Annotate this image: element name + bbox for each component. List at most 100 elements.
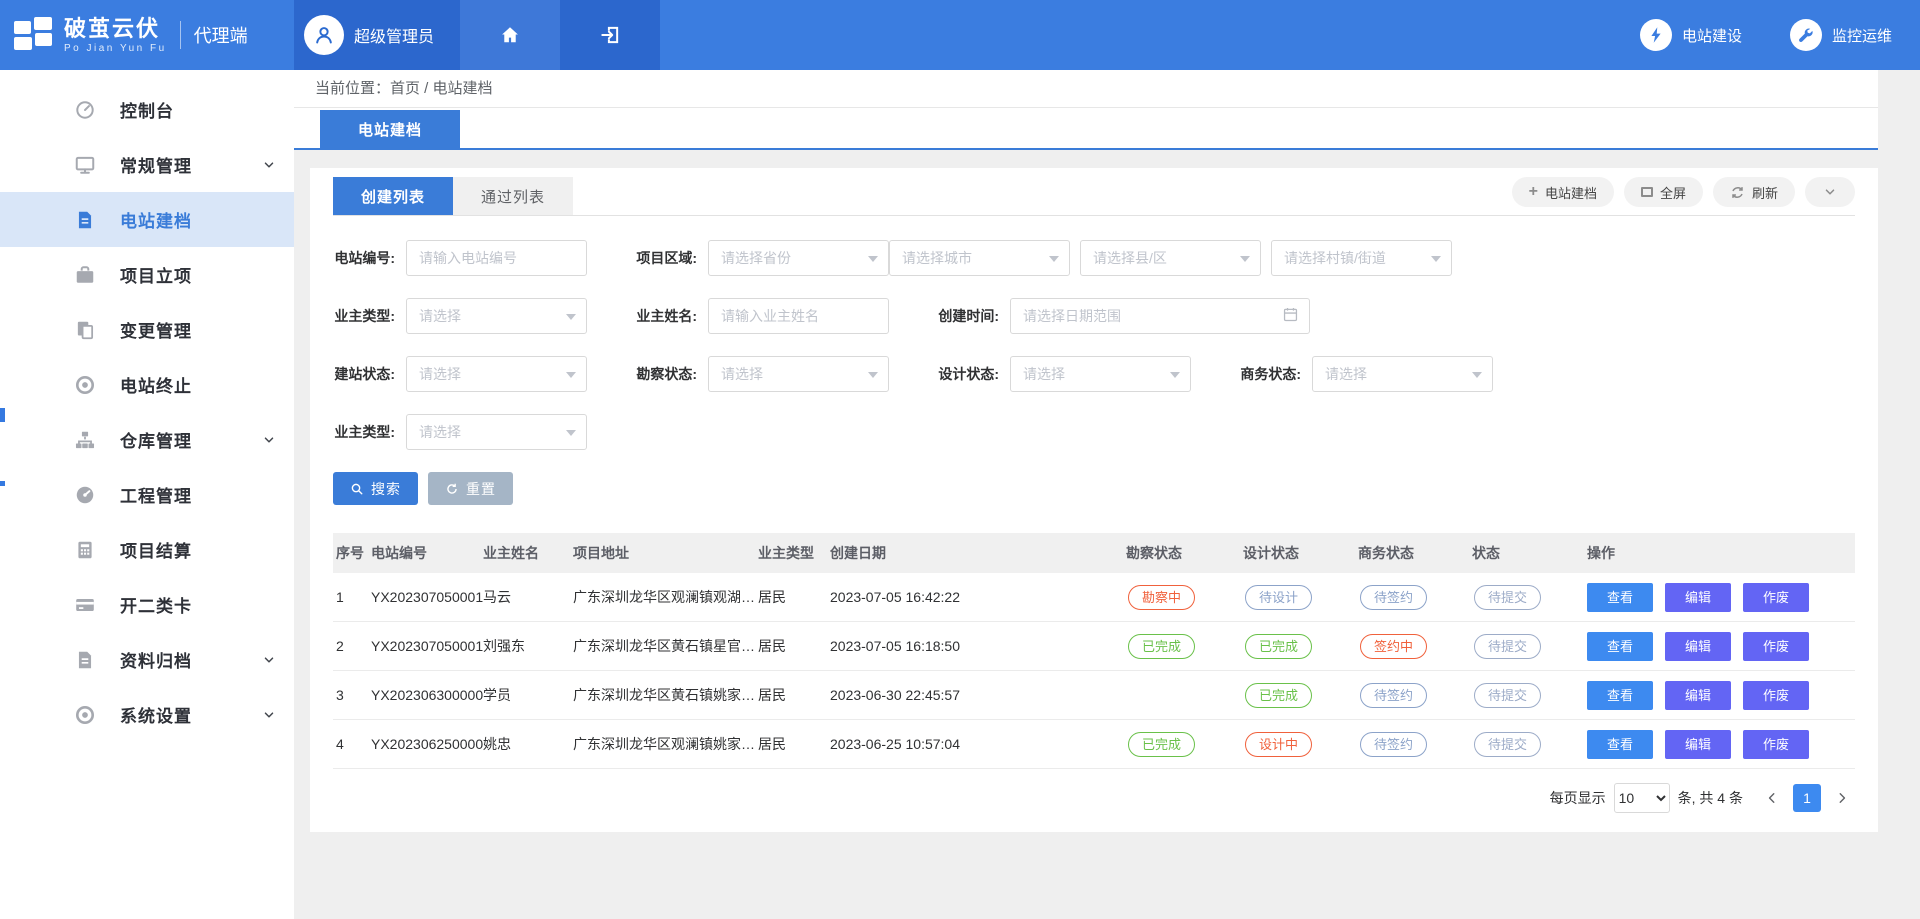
caret-down-icon	[1431, 256, 1441, 267]
city-select[interactable]: 请选择城市	[889, 240, 1070, 276]
edit-button[interactable]: 编辑	[1665, 730, 1731, 759]
current-page-button[interactable]: 1	[1793, 784, 1821, 812]
void-button[interactable]: 作废	[1743, 730, 1809, 759]
table-row: 1 YX2023070500011 马云 广东深圳龙华区观澜镇观湖路... 居民…	[333, 573, 1855, 622]
status-badge: 待提交	[1474, 585, 1541, 610]
filter-row: 业主类型: 请选择	[333, 414, 1855, 450]
view-button[interactable]: 查看	[1587, 681, 1653, 710]
cell-index: 2	[336, 638, 371, 654]
view-button[interactable]: 查看	[1587, 632, 1653, 661]
sidebar-item-station-termination[interactable]: 电站终止	[0, 357, 294, 412]
view-button[interactable]: 查看	[1587, 583, 1653, 612]
lightning-icon	[1646, 25, 1666, 45]
page-tab-station-archive[interactable]: 电站建档	[320, 110, 460, 148]
county-select[interactable]: 请选择县/区	[1080, 240, 1261, 276]
copy-icon	[74, 318, 98, 342]
card-icon	[74, 593, 98, 617]
business-status-badge: 待签约	[1360, 683, 1427, 708]
nav-monitor-ops[interactable]: 监控运维	[1790, 19, 1892, 51]
design-status-badge: 已完成	[1245, 634, 1312, 659]
province-select[interactable]: 请选择省份	[708, 240, 889, 276]
sidebar-item-console[interactable]: 控制台	[0, 82, 294, 137]
cell-owner: 马云	[483, 587, 573, 607]
owner-type2-select[interactable]: 请选择	[406, 414, 587, 450]
sidebar-item-data-archive[interactable]: 资料归档	[0, 632, 294, 687]
search-icon	[350, 482, 364, 496]
breadcrumb: 当前位置：首页 / 电站建档	[294, 70, 1878, 108]
void-button[interactable]: 作废	[1743, 681, 1809, 710]
build-status-select[interactable]: 请选择	[406, 356, 587, 392]
cell-owner-type: 居民	[758, 685, 830, 705]
fullscreen-icon	[1641, 187, 1653, 197]
tab-passed-list[interactable]: 通过列表	[453, 177, 573, 215]
station-no-label: 电站编号:	[333, 248, 395, 268]
nav-station-build[interactable]: 电站建设	[1640, 19, 1742, 51]
survey-status-badge: 已完成	[1128, 732, 1195, 757]
sidebar-item-open-card[interactable]: 开二类卡	[0, 577, 294, 632]
sitemap-icon	[74, 428, 98, 452]
filter-row: 电站编号: 项目区域: 请选择省份 请选择城市 请选择县/区 请选择村镇/街道	[333, 240, 1855, 276]
wrench-icon	[1796, 26, 1815, 45]
collapse-button[interactable]	[1805, 177, 1855, 207]
sidebar-item-system-settings[interactable]: 系统设置	[0, 687, 294, 742]
search-button[interactable]: 搜索	[333, 472, 418, 505]
sidebar-item-warehouse-mgmt[interactable]: 仓库管理	[0, 412, 294, 467]
logo-icon	[14, 17, 54, 53]
sidebar-item-project-initiation[interactable]: 项目立项	[0, 247, 294, 302]
sidebar-item-change-mgmt[interactable]: 变更管理	[0, 302, 294, 357]
fullscreen-button[interactable]: 全屏	[1624, 177, 1703, 207]
sidebar-edge-mark	[0, 408, 5, 422]
design-status-select[interactable]: 请选择	[1010, 356, 1191, 392]
edit-button[interactable]: 编辑	[1665, 583, 1731, 612]
cell-owner: 刘强东	[483, 636, 573, 656]
chevron-down-icon	[262, 433, 276, 447]
chevron-down-icon	[262, 653, 276, 667]
void-button[interactable]: 作废	[1743, 632, 1809, 661]
edit-button[interactable]: 编辑	[1665, 632, 1731, 661]
survey-status-badge: 已完成	[1128, 634, 1195, 659]
town-select[interactable]: 请选择村镇/街道	[1271, 240, 1452, 276]
business-status-badge: 待签约	[1360, 585, 1427, 610]
sidebar-item-engineering-mgmt[interactable]: 工程管理	[0, 467, 294, 522]
briefcase-icon	[74, 263, 98, 287]
survey-status-select[interactable]: 请选择	[708, 356, 889, 392]
chevron-down-icon	[262, 708, 276, 722]
target-icon	[74, 373, 98, 397]
sidebar-item-project-settlement[interactable]: 项目结算	[0, 522, 294, 577]
void-button[interactable]: 作废	[1743, 583, 1809, 612]
refresh-button[interactable]: 刷新	[1713, 177, 1795, 207]
caret-down-icon	[566, 372, 576, 383]
list-tabs-row: 创建列表 通过列表 + 电站建档 全屏 刷新	[333, 168, 1855, 216]
page-size-select[interactable]: 10	[1614, 783, 1670, 813]
cell-created: 2023-06-25 10:57:04	[830, 736, 1126, 752]
sidebar-item-general-mgmt[interactable]: 常规管理	[0, 137, 294, 192]
cell-address: 广东深圳龙华区观澜镇姚家庄...	[573, 734, 758, 754]
view-button[interactable]: 查看	[1587, 730, 1653, 759]
owner-name-input[interactable]	[708, 298, 889, 334]
station-no-input[interactable]	[406, 240, 587, 276]
prev-page-button[interactable]	[1759, 791, 1785, 805]
cell-index: 4	[336, 736, 371, 752]
station-table: 序号 电站编号 业主姓名 项目地址 业主类型 创建日期 勘察状态 设计状态 商务…	[333, 533, 1855, 769]
table-row: 4 YX2023062500004 姚忠 广东深圳龙华区观澜镇姚家庄... 居民…	[333, 720, 1855, 769]
login-arrow-icon	[599, 24, 621, 46]
gauge-icon	[74, 483, 98, 507]
calculator-icon	[74, 538, 98, 562]
next-page-button[interactable]	[1829, 791, 1855, 805]
user-menu[interactable]: 超级管理员	[294, 0, 460, 70]
cell-created: 2023-06-30 22:45:57	[830, 687, 1126, 703]
edit-button[interactable]: 编辑	[1665, 681, 1731, 710]
logout-button[interactable]	[560, 0, 660, 70]
date-range-picker[interactable]: 请选择日期范围	[1010, 298, 1310, 334]
owner-type-select[interactable]: 请选择	[406, 298, 587, 334]
portal-label: 代理端	[194, 22, 248, 48]
home-button[interactable]	[460, 0, 560, 70]
plus-icon: +	[1529, 183, 1538, 201]
sidebar-item-station-archive[interactable]: 电站建档	[0, 192, 294, 247]
business-status-select[interactable]: 请选择	[1312, 356, 1493, 392]
quick-link-label: 监控运维	[1832, 25, 1892, 46]
tab-create-list[interactable]: 创建列表	[333, 177, 453, 215]
create-time-label: 创建时间:	[937, 306, 999, 326]
add-station-button[interactable]: + 电站建档	[1512, 177, 1614, 207]
reset-button[interactable]: 重置	[428, 472, 513, 505]
